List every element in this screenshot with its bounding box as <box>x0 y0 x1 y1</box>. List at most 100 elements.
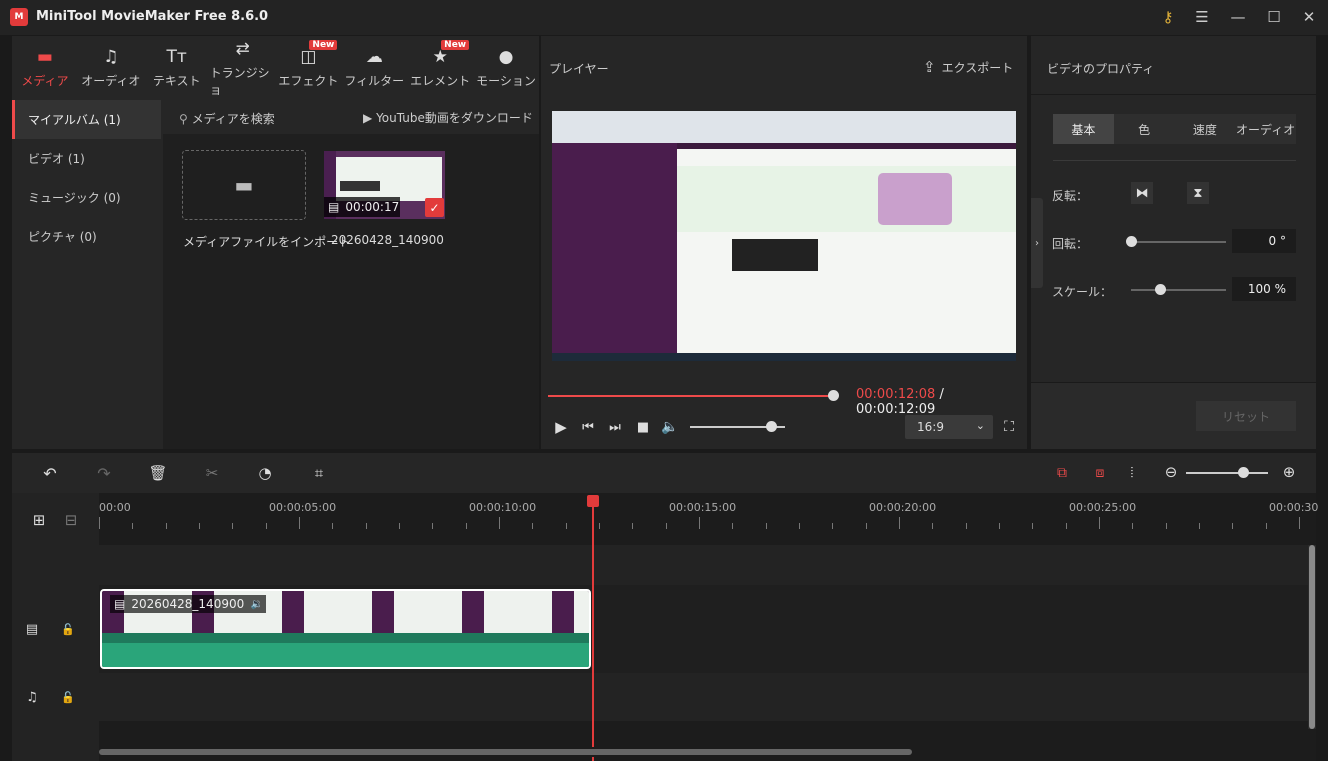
video-track-icon: ▤ <box>25 621 39 637</box>
export-button[interactable]: ⇪ エクスポート <box>923 58 1013 76</box>
undo-icon[interactable]: ↶ <box>40 463 60 483</box>
empty-track <box>99 545 1309 585</box>
sidebar-item-1[interactable]: ビデオ (1) <box>12 139 161 178</box>
flip-label: 反転： <box>1052 189 1089 203</box>
import-label: メディアファイルをインポート <box>183 235 351 249</box>
sidebar-item-3[interactable]: ピクチャ (0) <box>12 217 161 256</box>
new-badge: New <box>309 40 338 50</box>
sidebar-item-2[interactable]: ミュージック (0) <box>12 178 161 217</box>
split-icon[interactable]: ✂ <box>202 463 222 483</box>
clip-audio-icon[interactable]: 🔉 <box>248 595 266 613</box>
video-preview[interactable] <box>552 111 1016 361</box>
vertical-scrollbar[interactable] <box>1308 545 1316 729</box>
ruler-tick <box>432 523 434 529</box>
scale-slider[interactable] <box>1131 289 1226 291</box>
new-badge: New <box>441 40 470 50</box>
add-track-icon[interactable]: ⊞ <box>30 511 48 529</box>
search-icon: ⚲ <box>179 112 188 126</box>
properties-title: ビデオのプロパティ <box>1047 62 1155 76</box>
speed-icon[interactable]: ◔ <box>255 463 275 483</box>
maximize-button[interactable]: ☐ <box>1262 6 1286 28</box>
lock-icon[interactable]: 🔓 <box>60 620 76 638</box>
timeline-clip-name: 20260428_140900 <box>131 597 245 611</box>
ruler-tick <box>532 523 534 529</box>
redo-icon[interactable]: ↷ <box>94 463 114 483</box>
sidebar-item-0[interactable]: マイアルバム (1) <box>12 100 161 139</box>
rotate-handle[interactable] <box>1126 236 1137 247</box>
split-track-icon[interactable]: ⧈ <box>1090 463 1110 483</box>
ruler-tick <box>965 523 967 529</box>
tool-filter[interactable]: ☁ フィルター <box>341 36 407 100</box>
playhead-line <box>592 505 594 761</box>
minimize-button[interactable]: — <box>1226 6 1250 28</box>
tool-music-note[interactable]: ♫ オーディオ <box>78 36 144 100</box>
tool-element[interactable]: ★ エレメント New <box>407 36 473 100</box>
clip-duration: 00:00:17 <box>345 200 400 214</box>
ruler-tick <box>365 523 367 529</box>
fullscreen-icon[interactable]: ⛶ <box>999 417 1019 437</box>
key-icon[interactable]: ⚷ <box>1156 6 1180 28</box>
ruler-tick <box>399 523 400 529</box>
player-title: プレイヤー <box>549 62 609 76</box>
category-toolbar: ▬ メディア ♫ オーディオ Tт テキスト ⇄ トランジショ ◫ エフェクト New ☁ フィルター ★… <box>12 36 539 100</box>
media-search[interactable]: ⚲ メディアを検索 <box>179 110 275 127</box>
rotate-slider[interactable] <box>1131 241 1226 243</box>
media-clip-thumbnail[interactable]: ▤ 00:00:17 ✓ <box>324 151 445 219</box>
progress-track[interactable] <box>548 395 836 397</box>
tool-effect[interactable]: ◫ エフェクト New <box>276 36 342 100</box>
ruler-label: 00:00:05:00 <box>269 501 337 514</box>
delete-icon[interactable]: 🗑 <box>148 463 168 483</box>
property-tab-1[interactable]: 色 <box>1114 114 1175 144</box>
youtube-download-button[interactable]: ▶ YouTube動画をダウンロード <box>363 109 533 126</box>
tool-folder[interactable]: ▬ メディア <box>12 36 78 100</box>
zoom-slider[interactable] <box>1186 472 1268 474</box>
ruler-tick <box>99 517 100 529</box>
crop-icon[interactable]: ⌗ <box>309 463 329 483</box>
ruler-tick <box>799 523 800 529</box>
stop-icon[interactable]: ■ <box>633 417 653 437</box>
zoom-handle[interactable] <box>1238 467 1250 478</box>
reset-button[interactable]: リセット <box>1196 401 1296 431</box>
audio-mix-icon[interactable]: ⦙ <box>1122 463 1142 483</box>
zoom-in-icon[interactable]: ⊕ <box>1280 463 1298 481</box>
progress-handle[interactable] <box>828 390 840 401</box>
tool-label: エフェクト <box>278 74 339 88</box>
property-tab-3[interactable]: オーディオ <box>1235 114 1296 144</box>
snap-icon[interactable]: ⧉ <box>1052 463 1072 483</box>
element-icon: ★ <box>432 47 448 67</box>
scale-handle[interactable] <box>1154 284 1166 295</box>
volume-icon[interactable]: 🔈 <box>659 417 681 437</box>
ruler-label: 00:00:25:00 <box>1069 501 1137 514</box>
play-icon[interactable]: ▶ <box>551 417 571 437</box>
next-frame-icon[interactable]: ⏭ <box>605 417 625 437</box>
time-ruler[interactable]: 00:00 00:00:05:00 00:00:10:00 00:00:15:00 00… <box>99 493 1318 543</box>
collapse-panel-icon[interactable]: › <box>1031 198 1043 288</box>
zoom-out-icon[interactable]: ⊖ <box>1162 463 1180 481</box>
ruler-label: 00:00:20:00 <box>869 501 937 514</box>
property-tab-0[interactable]: 基本 <box>1053 114 1114 144</box>
volume-handle[interactable] <box>765 421 777 432</box>
flip-vertical-icon[interactable]: ⧗ <box>1187 182 1209 204</box>
timeline-clip[interactable]: ▤ 20260428_140900 🔉 <box>100 589 591 669</box>
menu-icon[interactable]: ☰ <box>1190 6 1214 28</box>
remove-track-icon[interactable]: ⊟ <box>62 511 80 529</box>
film-icon: ▤ <box>328 200 340 214</box>
aspect-ratio-select[interactable]: 16:9 ⌄ <box>905 415 993 439</box>
property-tab-2[interactable]: 速度 <box>1175 114 1236 144</box>
audio-lock-icon[interactable]: 🔓 <box>60 688 76 706</box>
tool-motion[interactable]: ● モーション <box>473 36 539 100</box>
scale-value[interactable]: 100 % <box>1232 277 1296 301</box>
previous-frame-icon[interactable]: ⏮ <box>578 417 598 437</box>
horizontal-scrollbar[interactable] <box>99 747 1309 757</box>
motion-icon: ● <box>498 47 514 67</box>
tool-transition[interactable]: ⇄ トランジショ <box>210 36 276 100</box>
import-media-button[interactable]: ▬ <box>182 150 306 220</box>
tool-text[interactable]: Tт テキスト <box>144 36 210 100</box>
ruler-tick <box>1299 517 1300 529</box>
flip-horizontal-icon[interactable]: ⧓ <box>1131 182 1153 204</box>
export-label: エクスポート <box>941 60 1014 75</box>
rotate-value[interactable]: 0 ° <box>1232 229 1296 253</box>
close-button[interactable]: ✕ <box>1297 6 1321 28</box>
ruler-tick <box>265 523 267 529</box>
time-separator: / <box>935 387 944 402</box>
